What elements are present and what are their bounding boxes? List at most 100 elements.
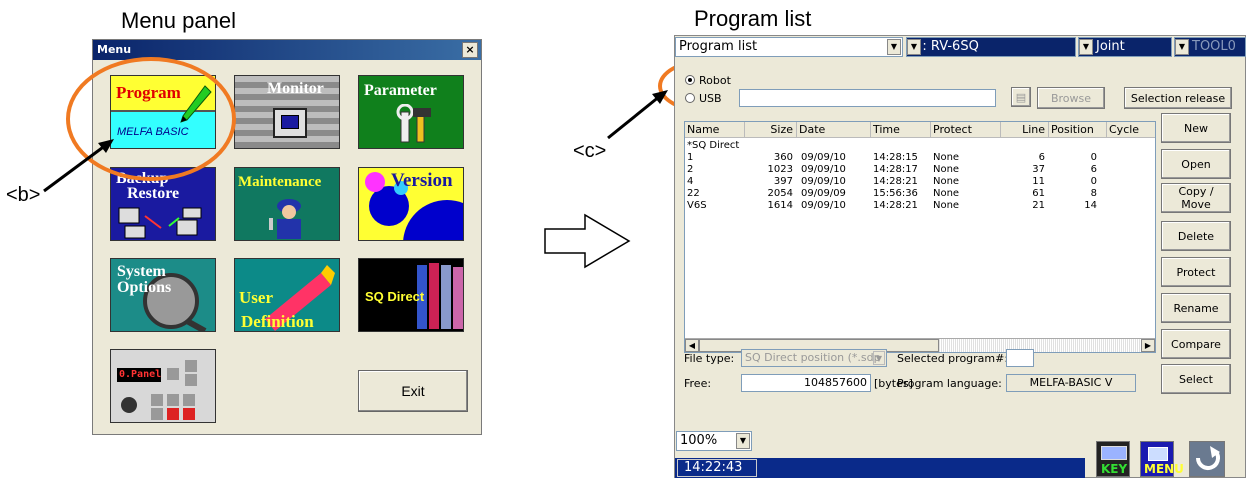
maintenance-tile[interactable]: Maintenance bbox=[234, 167, 340, 241]
program-file-list[interactable]: Name Size Date Time Protect Line Positio… bbox=[684, 121, 1156, 353]
scroll-left-icon[interactable]: ◀ bbox=[685, 339, 699, 352]
table-row[interactable]: 4 397 09/09/10 14:28:21 None 11 0 bbox=[685, 176, 1155, 188]
user-definition-tile[interactable]: User Definition bbox=[234, 258, 340, 332]
operation-panel-tile[interactable]: 0.Panel bbox=[110, 349, 216, 423]
open-button[interactable]: Open bbox=[1161, 149, 1231, 179]
selected-program-label: Selected program#: bbox=[897, 352, 1009, 365]
cell-size: 360 bbox=[773, 152, 793, 163]
column-header-protect[interactable]: Protect bbox=[931, 122, 1001, 138]
cell-name: 2 bbox=[687, 164, 694, 175]
cell-position: 0 bbox=[1090, 176, 1097, 187]
column-header-name[interactable]: Name bbox=[685, 122, 745, 138]
program-language-field: MELFA-BASIC V bbox=[1006, 374, 1136, 392]
protect-button[interactable]: Protect bbox=[1161, 257, 1231, 287]
cell-line: 21 bbox=[1032, 200, 1045, 211]
menu-button[interactable]: MENU bbox=[1140, 441, 1184, 477]
status-bar: 14:22:43 bbox=[675, 458, 1085, 478]
column-header-position[interactable]: Position bbox=[1049, 122, 1107, 138]
arrow-c-icon bbox=[607, 90, 668, 140]
tool-select[interactable]: TOOL0 ▼ bbox=[1174, 37, 1246, 57]
select-button[interactable]: Select bbox=[1161, 364, 1231, 394]
scroll-right-icon[interactable]: ▶ bbox=[1141, 339, 1155, 352]
column-header-cycle[interactable]: Cycle bbox=[1107, 122, 1155, 138]
tools-icon bbox=[396, 104, 431, 143]
label-c: <c> bbox=[573, 140, 607, 162]
close-button[interactable]: × bbox=[462, 42, 478, 58]
rename-button[interactable]: Rename bbox=[1161, 293, 1231, 323]
cell-date: 09/09/09 bbox=[801, 188, 846, 199]
cell-time: 14:28:21 bbox=[873, 176, 918, 187]
usb-path-field[interactable] bbox=[739, 89, 996, 107]
file-type-select[interactable]: SQ Direct position (*.sdp ▼ bbox=[741, 349, 887, 367]
robot-select[interactable]: 1 : RV-6SQ ▼ bbox=[906, 37, 1076, 57]
cell-date: 09/09/10 bbox=[801, 176, 846, 187]
free-value: 104857600 bbox=[804, 376, 867, 389]
free-value-field: 104857600 bbox=[741, 374, 871, 392]
table-row[interactable]: 2 1023 09/09/10 14:28:17 None 37 6 bbox=[685, 164, 1155, 176]
user-tile-label: User bbox=[239, 288, 273, 307]
column-header-date[interactable]: Date bbox=[797, 122, 871, 138]
usb-radio-label: USB bbox=[699, 92, 722, 105]
program-language-label: Program language: bbox=[897, 377, 1002, 390]
cell-size: 1023 bbox=[767, 164, 793, 175]
worker-icon bbox=[269, 199, 301, 239]
selection-release-button[interactable]: Selection release bbox=[1124, 87, 1232, 109]
version-tile-label: Version bbox=[391, 170, 453, 191]
sq-direct-tile[interactable]: SQ Direct bbox=[358, 258, 464, 332]
table-row[interactable]: 1 360 09/09/10 14:28:15 None 6 0 bbox=[685, 152, 1155, 164]
options-tile-label: Options bbox=[117, 279, 172, 296]
monitor-screen-icon bbox=[273, 108, 307, 138]
cell-position: 8 bbox=[1090, 188, 1097, 199]
cell-time: 14:28:21 bbox=[873, 200, 918, 211]
column-header-line[interactable]: Line bbox=[1001, 122, 1049, 138]
new-button[interactable]: New bbox=[1161, 113, 1231, 143]
menu-grid-icon bbox=[1148, 447, 1168, 461]
robot-radio[interactable]: Robot bbox=[685, 74, 731, 87]
chevron-down-icon: ▼ bbox=[736, 433, 750, 449]
usb-radio[interactable]: USB bbox=[685, 92, 722, 105]
menu-label: MENU bbox=[1144, 462, 1184, 476]
system-tile-label: System bbox=[117, 263, 166, 280]
chevron-down-icon: ▼ bbox=[873, 351, 885, 365]
cell-protect: None bbox=[933, 200, 960, 211]
cell-size: 397 bbox=[773, 176, 793, 187]
version-tile[interactable]: Version bbox=[358, 167, 464, 241]
keyboard-button[interactable]: KEY bbox=[1096, 441, 1130, 477]
return-button[interactable] bbox=[1189, 441, 1225, 477]
selected-program-field[interactable] bbox=[1006, 349, 1034, 367]
chevron-down-icon: ▼ bbox=[887, 39, 901, 55]
column-header-time[interactable]: Time bbox=[871, 122, 931, 138]
cell-protect: None bbox=[933, 152, 960, 163]
monitor-tile[interactable]: Monitor bbox=[234, 75, 340, 149]
maintenance-tile-label: Maintenance bbox=[238, 174, 322, 190]
folder-button[interactable]: ▤ bbox=[1011, 87, 1031, 107]
jog-mode-select[interactable]: Joint ▼ bbox=[1078, 37, 1172, 57]
cell-size: 2054 bbox=[767, 188, 793, 199]
cell-name: 22 bbox=[687, 188, 700, 199]
chevron-down-icon: ▼ bbox=[907, 39, 921, 55]
definition-tile-label: Definition bbox=[241, 312, 314, 331]
browse-button[interactable]: Browse bbox=[1037, 87, 1105, 109]
zoom-select[interactable]: 100% ▼ bbox=[676, 431, 752, 451]
parameter-tile[interactable]: Parameter bbox=[358, 75, 464, 149]
cell-date: 09/09/10 bbox=[801, 164, 846, 175]
delete-button[interactable]: Delete bbox=[1161, 221, 1231, 251]
cell-line: 6 bbox=[1038, 152, 1045, 163]
compare-button[interactable]: Compare bbox=[1161, 329, 1231, 359]
column-header-size[interactable]: Size bbox=[745, 122, 797, 138]
view-select[interactable]: Program list ▼ bbox=[675, 37, 903, 57]
table-row[interactable]: *SQ Direct bbox=[685, 140, 1155, 152]
cell-date: 09/09/10 bbox=[801, 200, 846, 211]
program-list-caption: Program list bbox=[694, 6, 812, 31]
sq-direct-tile-label: SQ Direct bbox=[365, 289, 425, 304]
cell-time: 15:56:36 bbox=[873, 188, 918, 199]
folder-icon: ▤ bbox=[1015, 90, 1027, 104]
zoom-value: 100% bbox=[680, 433, 718, 448]
control-buttons-icon bbox=[121, 360, 197, 420]
exit-button[interactable]: Exit bbox=[358, 370, 468, 412]
program-list-window: Program list ▼ 1 : RV-6SQ ▼ Joint ▼ TOOL… bbox=[674, 35, 1246, 478]
copy-move-button[interactable]: Copy / Move bbox=[1161, 183, 1231, 213]
table-row[interactable]: 22 2054 09/09/09 15:56:36 None 61 8 bbox=[685, 188, 1155, 200]
table-row[interactable]: V6S 1614 09/09/10 14:28:21 None 21 14 bbox=[685, 200, 1155, 212]
system-options-tile[interactable]: System Options bbox=[110, 258, 216, 332]
